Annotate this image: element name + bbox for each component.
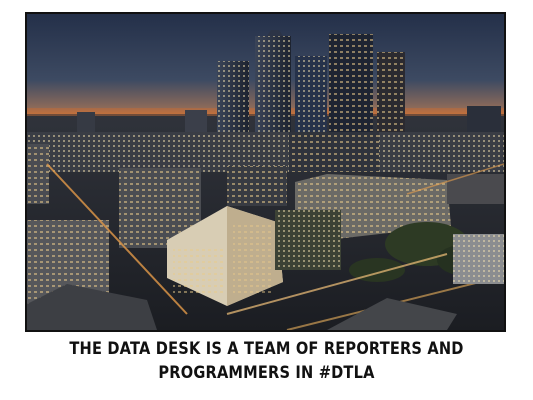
caption: THE DATA DESK IS A TEAM OF REPORTERS AND… [37,337,495,385]
caption-line-1: THE DATA DESK IS A TEAM OF REPORTERS AND [69,339,464,359]
city-skyline-photo [25,12,506,332]
caption-line-2: PROGRAMMERS IN #DTLA [158,363,375,383]
skyline-illustration [27,14,504,330]
